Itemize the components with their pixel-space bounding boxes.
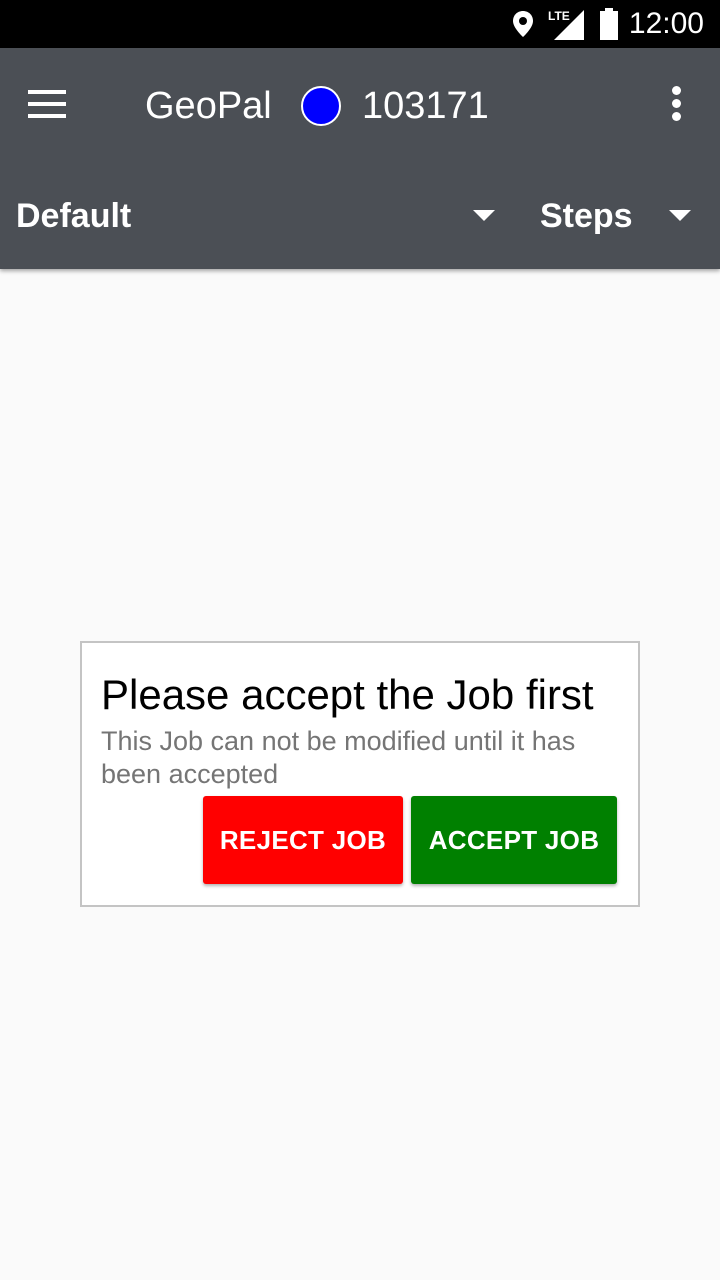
view-dropdown-value[interactable]: Default bbox=[16, 194, 131, 238]
reject-job-button[interactable]: REJECT JOB bbox=[203, 796, 403, 884]
job-status-indicator bbox=[301, 86, 341, 126]
hamburger-menu-icon[interactable] bbox=[28, 90, 68, 120]
svg-text:LTE: LTE bbox=[548, 9, 570, 23]
app-title: GeoPal bbox=[145, 85, 272, 127]
lte-signal-icon: LTE bbox=[548, 9, 584, 40]
more-vert-icon[interactable] bbox=[664, 86, 688, 126]
dialog-message: This Job can not be modified until it ha… bbox=[101, 726, 576, 789]
mode-dropdown-value[interactable]: Steps bbox=[540, 194, 633, 238]
app-toolbar: GeoPal 103171 Default Steps bbox=[0, 48, 720, 269]
accept-job-dialog: Please accept the Job first This Job can… bbox=[80, 641, 640, 907]
accept-job-button[interactable]: ACCEPT JOB bbox=[411, 796, 617, 884]
dropdown-arrow-icon[interactable] bbox=[473, 210, 495, 221]
location-icon bbox=[513, 11, 533, 37]
status-bar: LTE 12:00 bbox=[0, 0, 720, 48]
clock: 12:00 bbox=[628, 7, 704, 40]
job-id: 103171 bbox=[362, 85, 489, 127]
dropdown-arrow-icon[interactable] bbox=[669, 210, 691, 221]
dialog-title: Please accept the Job first bbox=[101, 671, 594, 718]
battery-icon bbox=[600, 8, 618, 40]
